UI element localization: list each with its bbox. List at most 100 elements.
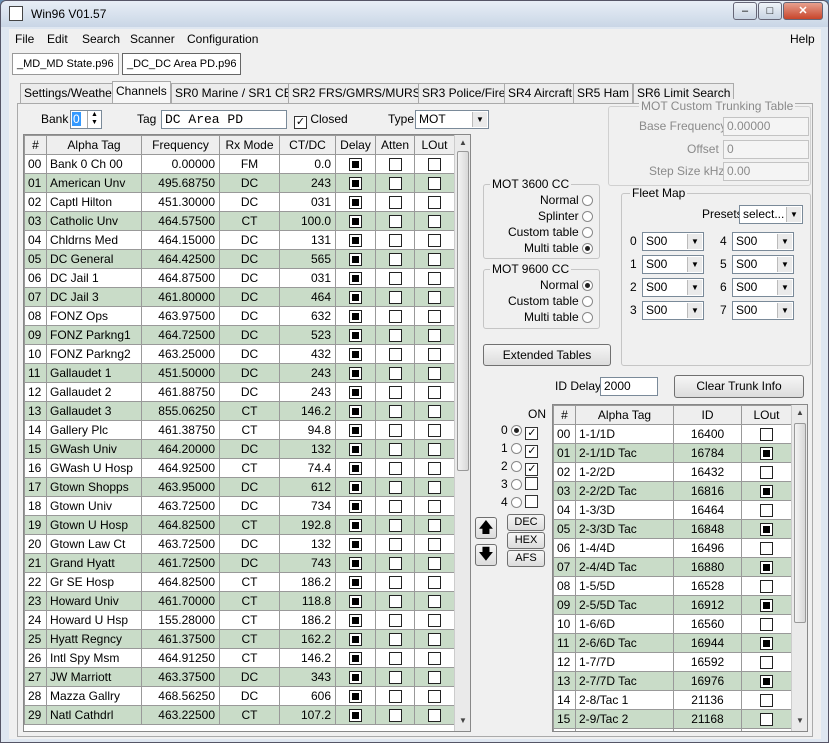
channel-alpha-tag[interactable]: GWash Univ bbox=[46, 439, 142, 459]
talkgroup-lout-cell[interactable] bbox=[741, 557, 792, 577]
channel-ctdc[interactable]: 243 bbox=[279, 363, 336, 383]
channel-frequency[interactable]: 463.95000 bbox=[141, 477, 220, 497]
channel-number[interactable]: 06 bbox=[24, 268, 47, 288]
channel-row[interactable]: 04 Chldrns Med 464.15000 DC 131 bbox=[24, 230, 455, 250]
channel-lout-checkbox[interactable] bbox=[428, 671, 441, 685]
channel-delay-cell[interactable] bbox=[335, 211, 376, 231]
column-header[interactable]: # bbox=[553, 405, 576, 425]
move-down-arrow-icon[interactable]: 🡇 bbox=[475, 544, 497, 566]
column-header[interactable]: CT/DC bbox=[279, 135, 336, 155]
channel-frequency[interactable]: 463.72500 bbox=[141, 496, 220, 516]
move-up-arrow-icon[interactable]: 🡅 bbox=[475, 517, 497, 539]
channel-lout-checkbox[interactable] bbox=[428, 291, 441, 305]
channel-alpha-tag[interactable]: Gallaudet 1 bbox=[46, 363, 142, 383]
menu-search[interactable]: Search bbox=[82, 32, 120, 46]
channel-atten-cell[interactable] bbox=[375, 477, 415, 497]
channel-number[interactable]: 13 bbox=[24, 401, 47, 421]
talkgroup-lout-cell[interactable] bbox=[741, 614, 792, 634]
on-checkbox[interactable] bbox=[525, 477, 539, 490]
channel-delay-checkbox[interactable] bbox=[349, 595, 362, 609]
talkgroup-row[interactable]: 15 2-9/Tac 2 21168 bbox=[553, 709, 792, 729]
channel-number[interactable]: 24 bbox=[24, 610, 47, 630]
channel-alpha-tag[interactable]: Gallaudet 3 bbox=[46, 401, 142, 421]
channel-delay-cell[interactable] bbox=[335, 363, 376, 383]
tab-sr5-ham[interactable]: SR5 Ham bbox=[573, 83, 634, 103]
talkgroup-number[interactable]: 10 bbox=[553, 614, 576, 634]
channel-atten-cell[interactable] bbox=[375, 401, 415, 421]
channel-alpha-tag[interactable]: Intl Spy Msm bbox=[46, 648, 142, 668]
channel-delay-checkbox[interactable] bbox=[349, 386, 362, 400]
channel-row[interactable]: 10 FONZ Parkng2 463.25000 DC 432 bbox=[24, 344, 455, 364]
channel-alpha-tag[interactable]: Gtown Univ bbox=[46, 496, 142, 516]
channel-lout-cell[interactable] bbox=[414, 382, 455, 402]
channel-atten-cell[interactable] bbox=[375, 230, 415, 250]
column-header[interactable]: Rx Mode bbox=[219, 135, 280, 155]
channel-atten-cell[interactable] bbox=[375, 344, 415, 364]
channel-atten-checkbox[interactable] bbox=[388, 538, 402, 552]
radio-button[interactable] bbox=[582, 227, 593, 238]
channel-rx-mode[interactable]: CT bbox=[219, 629, 280, 649]
channel-ctdc[interactable]: 031 bbox=[279, 268, 336, 288]
extended-tables-button[interactable]: Extended Tables bbox=[483, 344, 611, 366]
channel-delay-checkbox[interactable] bbox=[349, 310, 362, 324]
channel-rx-mode[interactable]: CT bbox=[219, 610, 280, 630]
channel-delay-checkbox[interactable] bbox=[349, 614, 362, 628]
channel-lout-checkbox[interactable] bbox=[428, 310, 441, 324]
channel-alpha-tag[interactable]: Bank 0 Ch 00 bbox=[46, 154, 142, 174]
channel-alpha-tag[interactable]: Gtown Shopps bbox=[46, 477, 142, 497]
fleet-slot-select[interactable]: S00 ▼ bbox=[642, 278, 704, 297]
channel-lout-cell[interactable] bbox=[414, 458, 455, 478]
channel-delay-cell[interactable] bbox=[335, 420, 376, 440]
channel-lout-checkbox[interactable] bbox=[428, 348, 441, 362]
channel-atten-checkbox[interactable] bbox=[388, 576, 402, 590]
talkgroup-id[interactable]: 21136 bbox=[673, 690, 742, 710]
talkgroup-lout-cell[interactable] bbox=[741, 500, 792, 520]
channel-ctdc[interactable]: 565 bbox=[279, 249, 336, 269]
channel-rx-mode[interactable]: DC bbox=[219, 534, 280, 554]
channel-alpha-tag[interactable]: Gtown Law Ct bbox=[46, 534, 142, 554]
channel-lout-cell[interactable] bbox=[414, 610, 455, 630]
channel-row[interactable]: 25 Hyatt Regncy 461.37500 CT 162.2 bbox=[24, 629, 455, 649]
talkgroup-lout-checkbox[interactable] bbox=[760, 466, 773, 480]
channel-lout-cell[interactable] bbox=[414, 686, 455, 706]
mot9600-option[interactable]: Multi table bbox=[524, 310, 593, 324]
channel-delay-checkbox[interactable] bbox=[349, 462, 362, 476]
channel-row[interactable]: 16 GWash U Hosp 464.92500 CT 74.4 bbox=[24, 458, 455, 478]
talkgroup-row[interactable]: 10 1-6/6D 16560 bbox=[553, 614, 792, 634]
channel-frequency[interactable]: 463.25000 bbox=[141, 344, 220, 364]
talkgroup-id[interactable]: 16496 bbox=[673, 538, 742, 558]
channel-atten-checkbox[interactable] bbox=[388, 291, 402, 305]
channel-delay-cell[interactable] bbox=[335, 667, 376, 687]
fleet-slot-select[interactable]: S00 ▼ bbox=[642, 255, 704, 274]
channel-row[interactable]: 18 Gtown Univ 463.72500 DC 734 bbox=[24, 496, 455, 516]
channel-ctdc[interactable]: 192.8 bbox=[279, 515, 336, 535]
channel-frequency[interactable]: 451.30000 bbox=[141, 192, 220, 212]
channel-lout-cell[interactable] bbox=[414, 230, 455, 250]
id-delay-input[interactable]: 2000 bbox=[600, 377, 658, 396]
talkgroup-id[interactable]: 16976 bbox=[673, 671, 742, 691]
channel-rx-mode[interactable]: CT bbox=[219, 515, 280, 535]
channel-delay-checkbox[interactable] bbox=[349, 538, 362, 552]
channel-lout-checkbox[interactable] bbox=[428, 215, 441, 229]
minimize-icon[interactable]: – bbox=[733, 2, 757, 20]
channel-frequency[interactable]: 461.72500 bbox=[141, 553, 220, 573]
channel-frequency[interactable]: 464.72500 bbox=[141, 325, 220, 345]
channel-lout-cell[interactable] bbox=[414, 420, 455, 440]
channel-row[interactable]: 11 Gallaudet 1 451.50000 DC 243 bbox=[24, 363, 455, 383]
channel-delay-checkbox[interactable] bbox=[349, 443, 362, 457]
channel-alpha-tag[interactable]: Gr SE Hosp bbox=[46, 572, 142, 592]
talkgroup-row[interactable]: 14 2-8/Tac 1 21136 bbox=[553, 690, 792, 710]
talkgroup-alpha-tag[interactable]: 2-7/7D Tac bbox=[575, 671, 674, 691]
talkgroup-id[interactable]: 16560 bbox=[673, 614, 742, 634]
channel-atten-checkbox[interactable] bbox=[388, 709, 402, 723]
channel-lout-checkbox[interactable] bbox=[428, 329, 441, 343]
channel-number[interactable]: 17 bbox=[24, 477, 47, 497]
talkgroup-number[interactable]: 00 bbox=[553, 424, 576, 444]
channel-number[interactable]: 26 bbox=[24, 648, 47, 668]
channel-alpha-tag[interactable]: GWash U Hosp bbox=[46, 458, 142, 478]
channel-atten-cell[interactable] bbox=[375, 154, 415, 174]
channel-frequency[interactable]: 495.68750 bbox=[141, 173, 220, 193]
channel-row[interactable]: 21 Grand Hyatt 461.72500 DC 743 bbox=[24, 553, 455, 573]
talkgroup-alpha-tag[interactable]: 1-7/7D bbox=[575, 652, 674, 672]
radio-button[interactable] bbox=[511, 479, 523, 490]
